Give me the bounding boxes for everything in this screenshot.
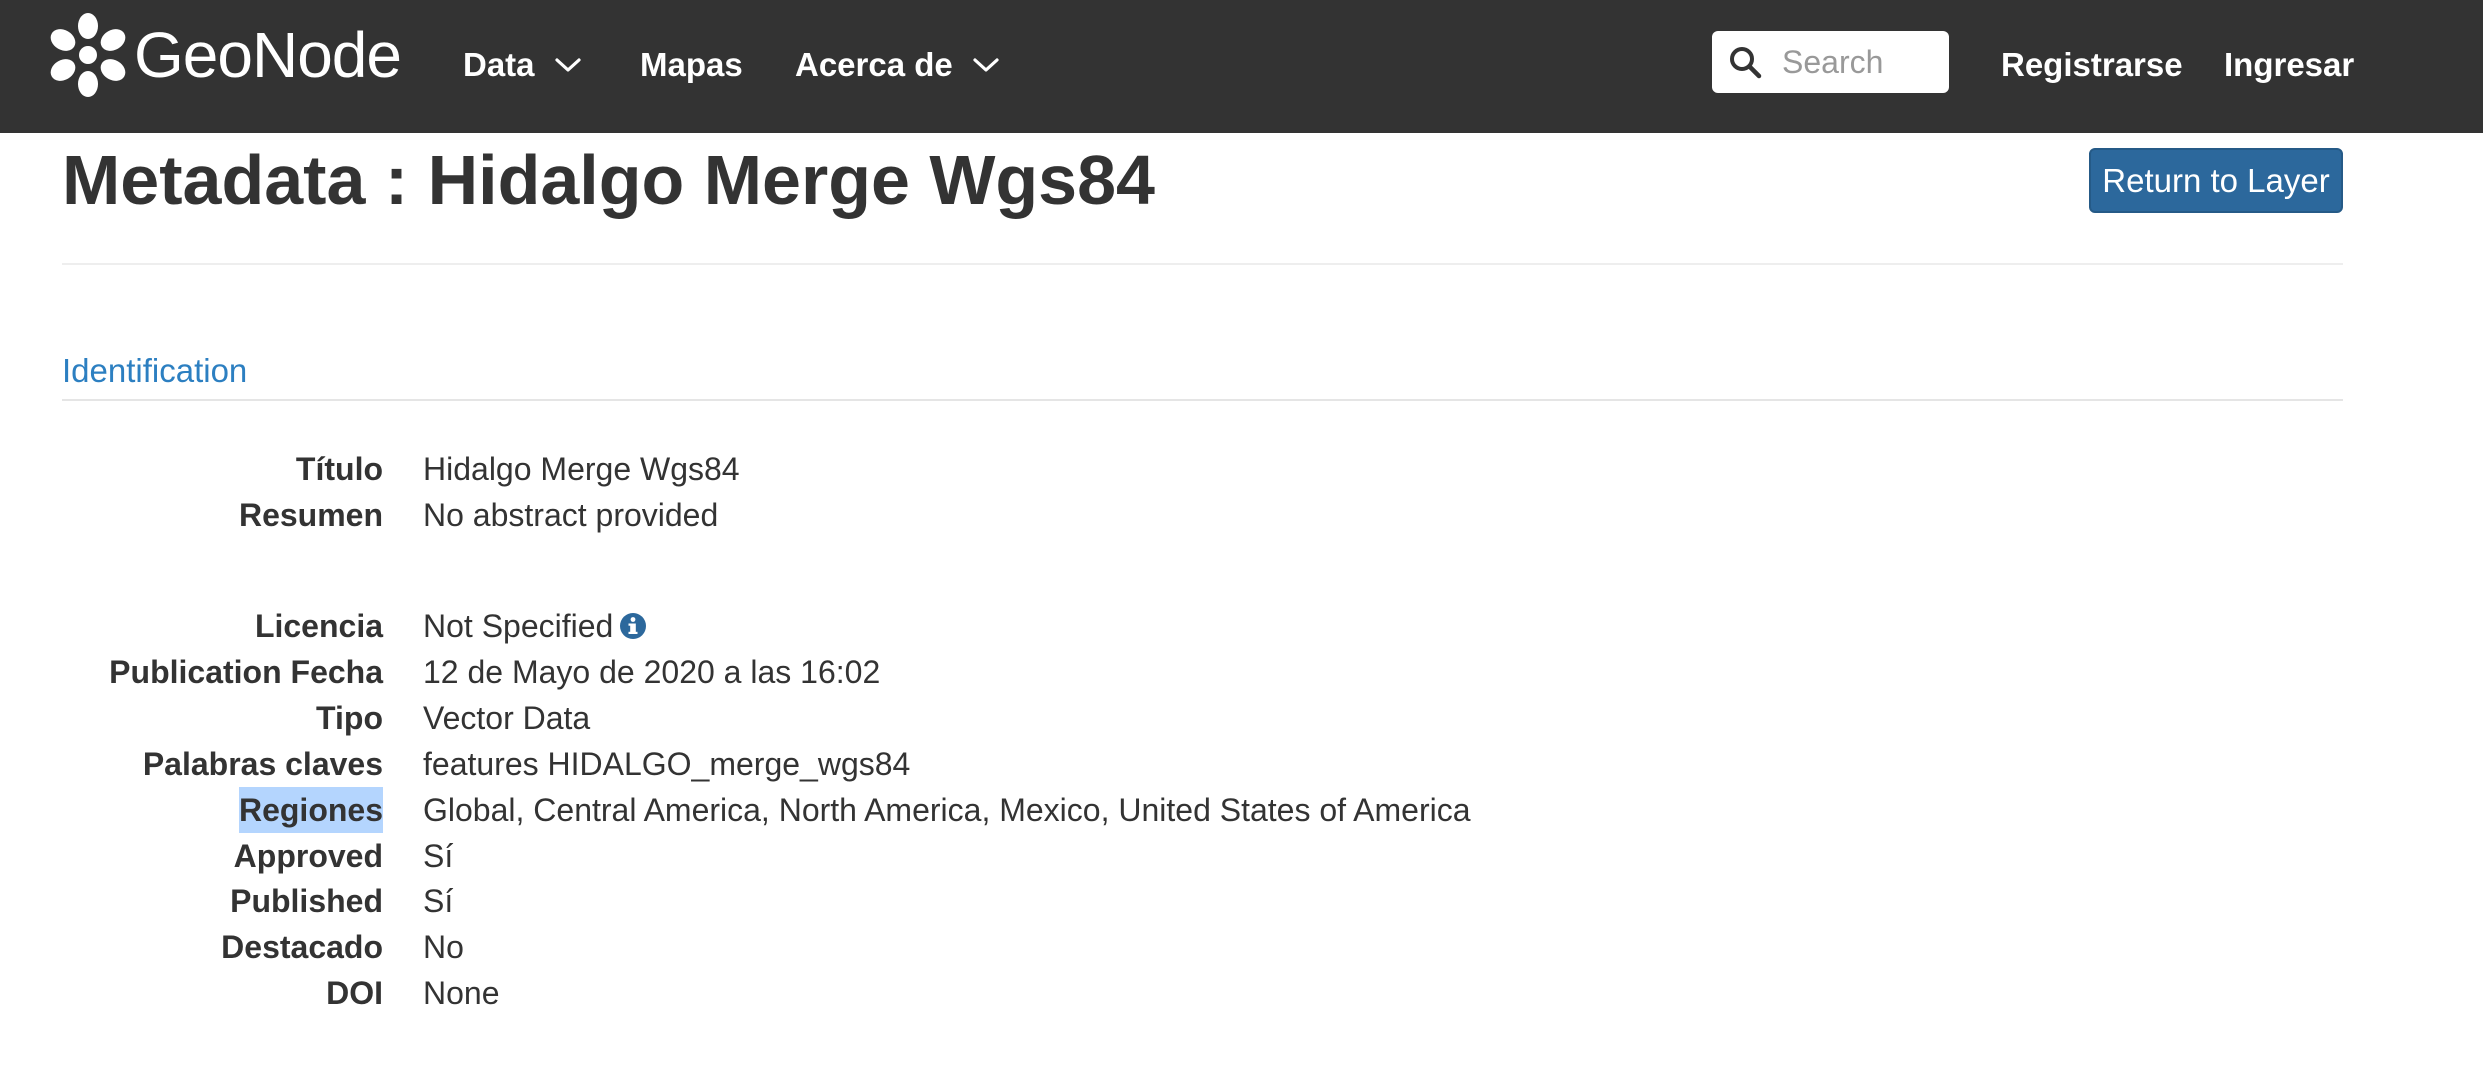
metadata-label: Published bbox=[230, 883, 383, 919]
metadata-label: Tipo bbox=[316, 700, 383, 736]
chevron-down-icon bbox=[554, 58, 581, 72]
metadata-value-text: Sí bbox=[423, 883, 454, 919]
metadata-label: Palabras claves bbox=[142, 746, 383, 782]
metadata-value-text: No abstract provided bbox=[423, 497, 719, 533]
metadata-row-palabras-claves: Palabras claves features HIDALGO_merge_w… bbox=[0, 741, 2483, 787]
metadata-value: 12 de Mayo de 2020 a las 16:02 bbox=[423, 649, 880, 695]
info-circle-icon[interactable] bbox=[619, 612, 647, 640]
metadata-value: No bbox=[423, 924, 464, 970]
metadata-value: Not Specified bbox=[423, 603, 647, 649]
metadata-value: Hidalgo Merge Wgs84 bbox=[423, 446, 740, 492]
return-to-layer-button[interactable]: Return to Layer bbox=[2089, 148, 2343, 213]
metadata-value: Vector Data bbox=[423, 695, 590, 741]
metadata-label: Destacado bbox=[221, 929, 383, 965]
geonode-flower-icon bbox=[50, 13, 126, 97]
search-icon[interactable] bbox=[1728, 45, 1762, 79]
metadata-value: features HIDALGO_merge_wgs84 bbox=[423, 741, 910, 787]
metadata-value: Sí bbox=[423, 878, 453, 924]
metadata-value-text: Not Specified bbox=[423, 608, 614, 644]
register-label: Registrarse bbox=[2001, 46, 2183, 83]
metadata-value-text: 12 de Mayo de 2020 a las 16:02 bbox=[423, 654, 881, 690]
metadata-row-published: Published Sí bbox=[0, 878, 2483, 924]
metadata-value: Global, Central America, North America, … bbox=[423, 787, 1471, 833]
metadata-row-resumen: Resumen No abstract provided bbox=[0, 492, 2483, 538]
metadata-label: Publication Fecha bbox=[109, 654, 383, 690]
metadata-row-doi: DOI None bbox=[0, 970, 2483, 1016]
nav-data-label: Data bbox=[463, 46, 535, 83]
metadata-value-text: None bbox=[423, 975, 500, 1011]
metadata-row-tipo: Tipo Vector Data bbox=[0, 695, 2483, 741]
metadata-value: None bbox=[423, 970, 500, 1016]
metadata-value: No abstract provided bbox=[423, 492, 718, 538]
metadata-label: Approved bbox=[233, 838, 383, 874]
metadata-row-destacado: Destacado No bbox=[0, 924, 2483, 970]
metadata-value-text: Hidalgo Merge Wgs84 bbox=[423, 451, 740, 487]
header-divider bbox=[62, 263, 2343, 265]
login-label: Ingresar bbox=[2224, 46, 2355, 83]
metadata-value-text: Vector Data bbox=[423, 700, 591, 736]
search-box bbox=[1712, 31, 1952, 93]
nav-acerca-de-dropdown[interactable]: Acerca de bbox=[795, 40, 999, 90]
metadata-value-text: features HIDALGO_merge_wgs84 bbox=[423, 746, 911, 782]
brand-name: GeoNode bbox=[134, 19, 402, 91]
metadata-value-text: Global, Central America, North America, … bbox=[423, 792, 1471, 828]
nav-mapas-link[interactable]: Mapas bbox=[640, 40, 743, 90]
nav-acerca-de-label: Acerca de bbox=[795, 46, 953, 83]
metadata-label: Licencia bbox=[254, 608, 383, 644]
geonode-logo[interactable]: GeoNode bbox=[50, 12, 402, 98]
metadata-value-text: Sí bbox=[423, 838, 454, 874]
metadata-label-selected: Regiones bbox=[238, 787, 383, 833]
nav-mapas-label: Mapas bbox=[640, 46, 743, 83]
register-link[interactable]: Registrarse bbox=[2001, 40, 2183, 90]
metadata-label: DOI bbox=[326, 975, 383, 1011]
login-link[interactable]: Ingresar bbox=[2224, 40, 2354, 90]
chevron-down-icon bbox=[973, 58, 999, 72]
metadata-value: Sí bbox=[423, 833, 453, 879]
metadata-row-publication-fecha: Publication Fecha 12 de Mayo de 2020 a l… bbox=[0, 649, 2483, 695]
metadata-row-titulo: Título Hidalgo Merge Wgs84 bbox=[0, 446, 2483, 492]
metadata-value-text: No bbox=[423, 929, 464, 965]
metadata-label: Resumen bbox=[238, 497, 383, 533]
metadata-row-approved: Approved Sí bbox=[0, 833, 2483, 879]
metadata-label: Título bbox=[295, 451, 383, 487]
metadata-row-regiones: Regiones Global, Central America, North … bbox=[0, 787, 2483, 833]
identification-section-link[interactable]: Identification bbox=[62, 352, 247, 390]
top-navbar: GeoNode Data Mapas Acerca de Registrarse… bbox=[0, 0, 2483, 133]
search-input[interactable] bbox=[1782, 43, 1952, 81]
nav-data-dropdown[interactable]: Data bbox=[463, 40, 581, 90]
metadata-row-licencia: Licencia Not Specified bbox=[0, 603, 2483, 649]
section-divider bbox=[62, 399, 2343, 401]
page-title: Metadata : Hidalgo Merge Wgs84 bbox=[62, 141, 1155, 219]
